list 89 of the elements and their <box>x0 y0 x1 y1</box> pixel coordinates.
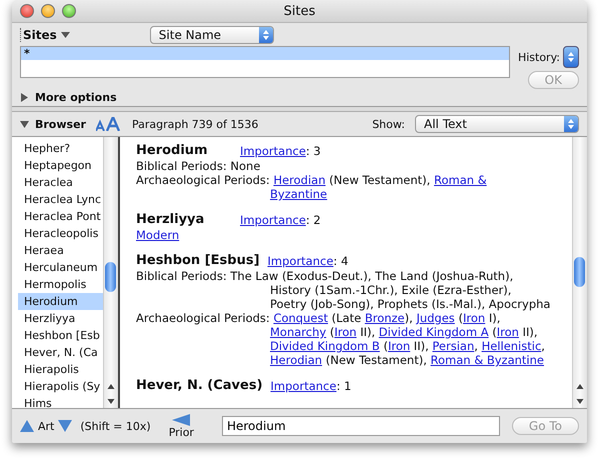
paragraph-counter: Paragraph 739 of 1536 <box>132 118 258 130</box>
period-link[interactable]: Monarchy <box>270 325 326 339</box>
history-stepper[interactable] <box>563 46 579 68</box>
importance-link[interactable]: Importance <box>270 379 336 393</box>
scroll-arrows-icon[interactable] <box>576 383 584 405</box>
site-list-item[interactable]: Heraclea <box>18 174 103 191</box>
scrollbar[interactable] <box>103 137 118 408</box>
period-link[interactable]: Persian <box>432 339 474 353</box>
importance-link[interactable]: Importance <box>240 213 306 227</box>
site-heading: Herzliyya <box>136 212 206 228</box>
site-list-item[interactable]: Heptapegon <box>18 157 103 174</box>
period-link[interactable]: Bronze <box>364 311 405 325</box>
site-list-item[interactable]: Hims <box>18 395 103 408</box>
show-label: Show: <box>372 118 405 130</box>
up-triangle-icon[interactable] <box>20 420 34 432</box>
site-list-item[interactable]: Hepher? <box>18 140 103 157</box>
importance-link[interactable]: Importance <box>240 144 306 158</box>
show-popup[interactable]: All Text <box>415 115 579 133</box>
site-list-item[interactable]: Herzliyya <box>18 310 103 327</box>
period-link[interactable]: Modern <box>136 228 180 242</box>
period-link[interactable]: Roman & Byzantine <box>430 353 544 367</box>
updown-arrows-icon <box>567 118 575 130</box>
disclosure-triangle-icon <box>20 93 29 102</box>
period-link[interactable]: Byzantine <box>270 187 328 201</box>
importance-text: Importance: 2 <box>240 212 321 228</box>
zoom-button[interactable] <box>62 4 76 18</box>
importance-text: Importance: 4 <box>268 253 348 269</box>
period-link[interactable]: Divided Kingdom A <box>378 325 489 339</box>
scroll-thumb[interactable] <box>574 257 585 287</box>
period-line: Biblical Periods: The Law (Exodus-Deut.), The Land (Joshua-Ruth), <box>136 269 514 283</box>
period-link[interactable]: Iron <box>388 339 410 353</box>
period-line: Poetry (Job-Song), Prophets (Is.-Mal.), Apocrypha <box>269 297 552 311</box>
period-line: Divided Kingdom B (Iron II), Persian, Hellenistic, <box>269 339 546 353</box>
more-options-toggle[interactable]: More options <box>20 91 579 104</box>
goto-field[interactable]: Herodium <box>222 416 500 436</box>
period-line: History (1Sam.-1Chr.), Exile (Ezra-Esther), <box>269 283 512 297</box>
site-list-item[interactable]: Heraclea Lync <box>18 191 103 208</box>
font-size-icon[interactable] <box>96 117 122 131</box>
scope-menu[interactable]: Sites <box>20 28 70 42</box>
scrollbar[interactable] <box>572 137 587 408</box>
period-line: Archaeological Periods: Conquest (Late Bronze), Judges (Iron I), <box>136 311 502 325</box>
period-line: Monarchy (Iron II), Divided Kingdom A (Iron II), <box>269 325 539 339</box>
query-field[interactable]: * <box>20 46 510 78</box>
field-popup[interactable]: Site Name <box>150 26 274 44</box>
down-triangle-icon[interactable] <box>58 420 72 432</box>
importance-text: Importance: 3 <box>240 143 321 159</box>
site-heading: Hever, N. (Caves) <box>136 378 263 394</box>
left-triangle-icon <box>172 414 190 426</box>
browser-toggle[interactable]: Browser <box>20 118 86 130</box>
period-link[interactable]: Herodian <box>270 353 322 367</box>
updown-arrows-icon <box>567 51 575 63</box>
close-button[interactable] <box>20 4 34 18</box>
art-label: Art <box>38 420 54 432</box>
minimize-button[interactable] <box>41 4 55 18</box>
site-list-item[interactable]: Hierapolis <box>18 361 103 378</box>
site-list-item[interactable]: Hermopolis <box>18 276 103 293</box>
period-link[interactable]: Iron <box>462 311 486 325</box>
period-link[interactable]: Conquest <box>273 311 328 325</box>
period-line: Biblical Periods: None <box>136 159 262 173</box>
period-link[interactable]: Herodian <box>273 173 326 187</box>
importance-link[interactable]: Importance <box>268 254 334 268</box>
site-list-item[interactable]: Heraclea Pont <box>18 208 103 225</box>
site-list-item[interactable]: Hierapolis (Sy <box>18 378 103 395</box>
caret-icon <box>60 32 70 38</box>
period-link[interactable]: Iron <box>496 325 519 339</box>
scroll-thumb[interactable] <box>105 262 116 292</box>
period-link[interactable]: Divided Kingdom B <box>270 339 380 353</box>
site-list-item[interactable]: Herculaneum <box>18 259 103 276</box>
period-link[interactable]: Roman & <box>434 173 487 187</box>
period-link[interactable]: Iron <box>334 325 357 339</box>
site-list-item[interactable]: Heshbon [Esb <box>18 327 103 344</box>
window-title: Sites <box>284 4 316 18</box>
updown-arrows-icon <box>262 29 270 41</box>
scroll-arrows-icon[interactable] <box>107 383 115 405</box>
disclosure-triangle-icon <box>20 120 29 128</box>
site-heading: Heshbon [Esbus] <box>136 253 260 269</box>
site-heading: Herodium <box>136 143 209 159</box>
shift-hint: (Shift = 10x) <box>80 420 151 432</box>
prior-button[interactable]: Prior <box>168 414 194 438</box>
period-link[interactable]: Judges <box>416 311 455 325</box>
history-label: History: <box>518 50 560 64</box>
period-link[interactable]: Hellenistic <box>482 339 542 353</box>
period-line: Herodian (New Testament), Roman & Byzantine <box>269 353 545 367</box>
importance-text: Importance: 1 <box>270 378 352 394</box>
site-list-item[interactable]: Herodium <box>18 293 103 310</box>
site-list-item[interactable]: Hever, N. (Ca <box>18 344 103 361</box>
period-line: Archaeological Periods: Herodian (New Testament), Roman & <box>136 173 488 187</box>
site-list-item[interactable]: Heracleopolis <box>18 225 103 242</box>
site-list-item[interactable]: Heraea <box>18 242 103 259</box>
